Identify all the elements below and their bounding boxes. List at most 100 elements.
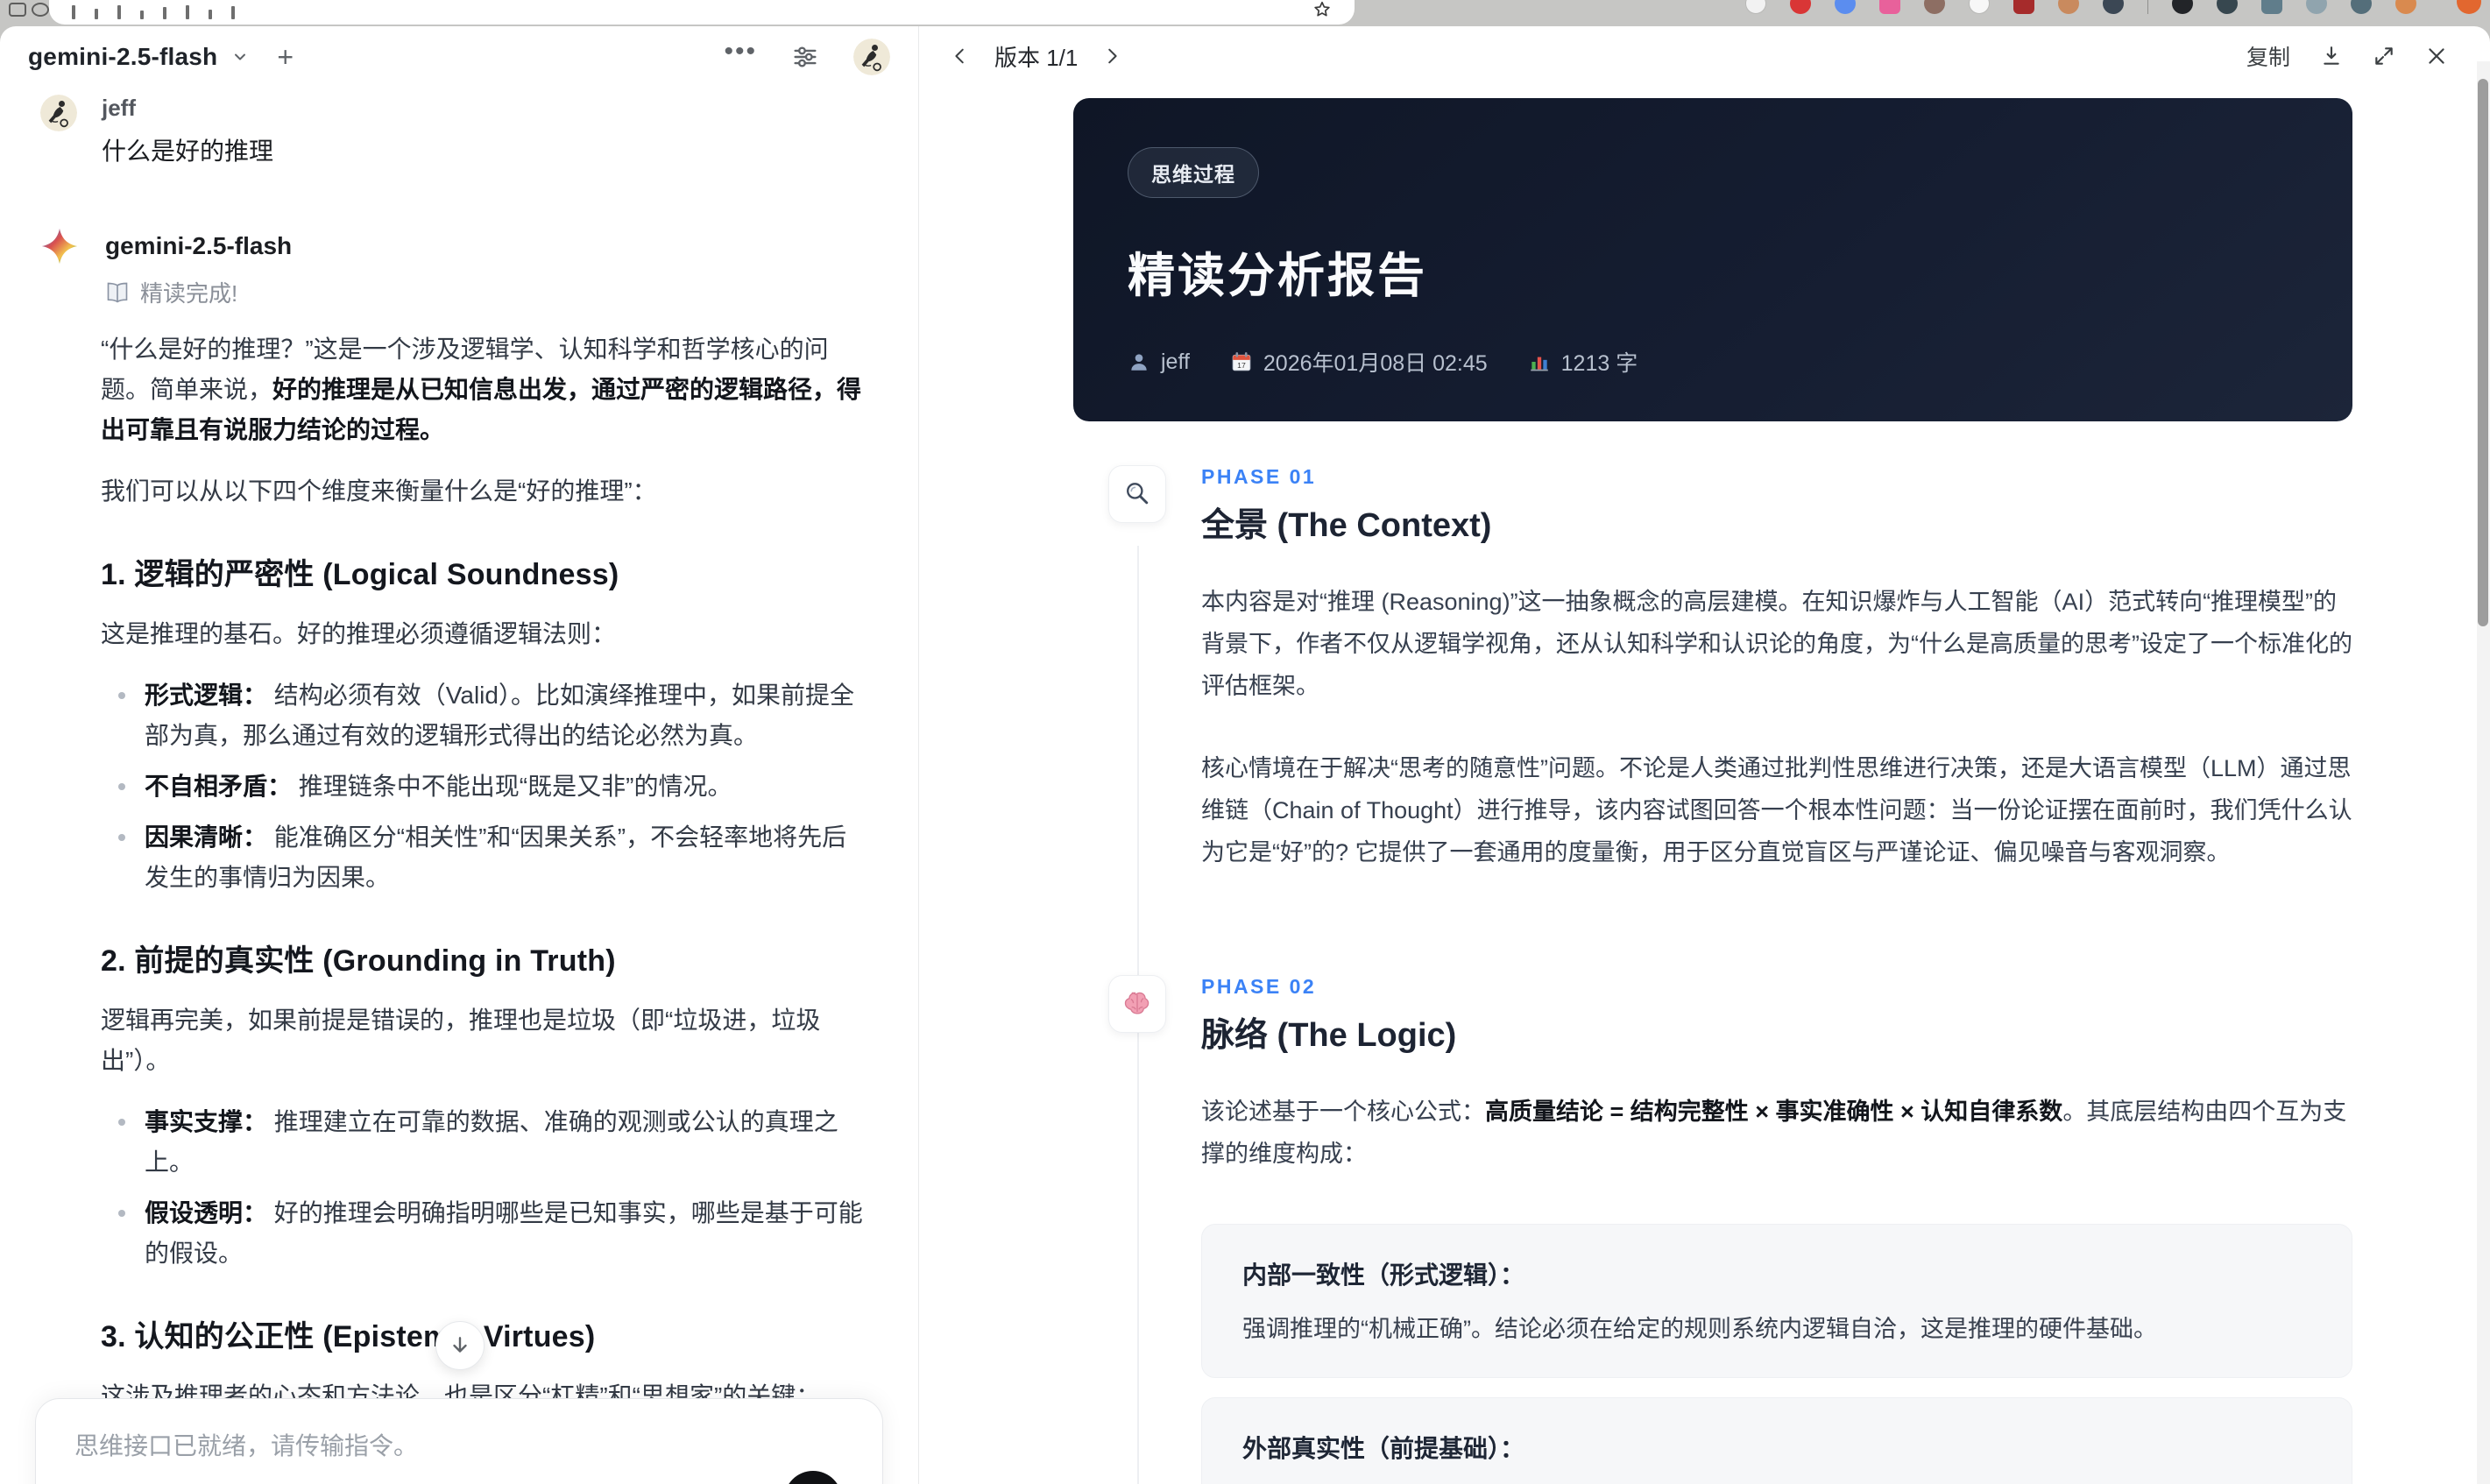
phase-paragraph: 核心情境在于解决“思考的随意性”问题。不论是人类通过批判性思维进行决策，还是大语… xyxy=(1201,755,2352,866)
meta-text: 1213 字 xyxy=(1560,351,1638,376)
browser-extension-icon[interactable] xyxy=(1790,0,1811,14)
list-item: 形式逻辑： 结构必须有效（Valid）。比如演绎推理中，如果前提全部为真，那么通… xyxy=(118,675,871,756)
paragraph: 这是推理的基石。好的推理必须遵循逻辑法则： xyxy=(101,620,617,647)
browser-extension-icon[interactable] xyxy=(2261,0,2282,14)
scrollbar[interactable] xyxy=(2477,61,2490,1484)
screen: gemini-2.5-flash + ••• jeff 什么是好的推理 gemi… xyxy=(0,0,2490,1484)
bookmark-star-icon[interactable] xyxy=(1312,0,1332,19)
version-label: 版本 1/1 xyxy=(994,44,1079,71)
section-heading: 3. 认知的公正性 (Epistemic Virtues) xyxy=(101,1320,596,1353)
close-icon[interactable] xyxy=(2425,45,2448,67)
open-book-icon xyxy=(105,280,130,305)
phase-section: PHASE 02 脉络 (The Logic) 该论述基于一个核心公式：高质量结论 … xyxy=(1073,975,2352,1484)
settings-sliders-icon[interactable] xyxy=(790,42,820,72)
browser-apps-icon[interactable] xyxy=(32,3,49,17)
address-bar[interactable] xyxy=(49,0,1355,25)
svg-text:17: 17 xyxy=(1237,361,1246,370)
voice-input-button[interactable] xyxy=(784,1471,842,1484)
brain-icon xyxy=(1108,975,1166,1033)
browser-extension-icon[interactable] xyxy=(1879,0,1900,14)
list-item: 假设透明： 好的推理会明确指明哪些是已知事实，哪些是基于可能的假设。 xyxy=(118,1193,871,1274)
browser-extension-icon[interactable] xyxy=(2306,0,2327,14)
person-icon xyxy=(1128,350,1150,373)
user-message: jeff 什么是好的推理 xyxy=(40,95,871,167)
bullet-list: 事实支撑： 推理建立在可靠的数据、准确的观测或公认的真理之上。 假设透明： 好的推… xyxy=(101,1102,871,1274)
assistant-name: gemini-2.5-flash xyxy=(105,232,293,259)
scroll-to-bottom-button[interactable] xyxy=(435,1321,485,1370)
meta-text: jeff xyxy=(1161,349,1190,374)
report-content[interactable]: 思维过程 精读分析报告 jeff 17 2026年01月08日 02:45 1213 … xyxy=(1073,86,2352,1484)
user-avatar xyxy=(40,95,77,131)
phase-paragraph: 本内容是对“推理 (Reasoning)”这一抽象概念的高层建模。在知识爆炸与人… xyxy=(1201,589,2352,699)
browser-back-icon[interactable] xyxy=(9,3,26,17)
phases-timeline: PHASE 01 全景 (The Context) 本内容是对“推理 (Reason… xyxy=(1073,465,2352,1484)
browser-extension-icon[interactable] xyxy=(2217,0,2238,14)
bullet-list: 形式逻辑： 结构必须有效（Valid）。比如演绎推理中，如果前提全部为真，那么通… xyxy=(101,675,871,898)
phase-title: 全景 (The Context) xyxy=(1201,507,1492,544)
copy-button[interactable]: 复制 xyxy=(2246,40,2290,72)
artifact-panel: 版本 1/1 复制 思维过程 精读分析报告 jeff 17 2026年01月08… xyxy=(919,26,2490,1484)
address-text-remnant xyxy=(186,5,189,19)
report-hero-card: 思维过程 精读分析报告 jeff 17 2026年01月08日 02:45 1213 … xyxy=(1073,98,2352,421)
browser-extension-icon[interactable] xyxy=(2351,0,2372,14)
section-heading: 1. 逻辑的严密性 (Logical Soundness) xyxy=(101,558,619,591)
browser-toolbar xyxy=(0,0,2490,26)
phase-intro: 该论述基于一个核心公式：高质量结论 = 结构完整性 × 事实准确性 × 认知自律… xyxy=(1201,1099,2347,1167)
chevron-down-icon[interactable] xyxy=(231,48,249,66)
browser-extension-icon[interactable] xyxy=(2013,0,2034,14)
user-avatar[interactable] xyxy=(853,39,890,75)
paragraph: 我们可以从以下四个维度来衡量什么是“好的推理”： xyxy=(101,477,657,505)
browser-extension-icon[interactable] xyxy=(1835,0,1856,14)
meta-item: 1213 字 xyxy=(1528,346,1638,378)
download-icon[interactable] xyxy=(2320,45,2343,67)
scrollbar-thumb[interactable] xyxy=(2478,79,2488,626)
phase-title: 脉络 (The Logic) xyxy=(1201,1017,1457,1054)
user-message-text: 什么是好的推理 xyxy=(102,138,274,165)
browser-icons-separator xyxy=(2147,0,2148,14)
expand-icon[interactable] xyxy=(2373,45,2395,67)
phase-body: PHASE 01 全景 (The Context) 本内容是对“推理 (Reason… xyxy=(1201,465,2352,914)
calendar-icon: 17 xyxy=(1230,350,1253,373)
assistant-markdown: “什么是好的推理？”这是一个涉及逻辑学、认知科学和哲学核心的问题。简单来说，好的… xyxy=(101,329,871,1484)
new-chat-button[interactable]: + xyxy=(277,43,294,71)
assistant-message: gemini-2.5-flash 精读完成! “什么是好的推理？”这是一个涉及逻… xyxy=(40,227,871,1484)
chat-scroll-area[interactable]: jeff 什么是好的推理 gemini-2.5-flash 精读完成! “什么是… xyxy=(0,88,918,1484)
address-text-remnant xyxy=(95,9,98,19)
message-composer[interactable]: 思维接口已就绪，请传输指令。 xyxy=(35,1398,883,1484)
meta-item: jeff xyxy=(1128,350,1190,375)
browser-extension-icon[interactable] xyxy=(2103,0,2124,14)
dimension-card: 外部真实性（前提基础）：强调推理的“经验校准”。解决“GIGO（垃圾进，垃圾出）… xyxy=(1201,1397,2352,1484)
magnifier-icon xyxy=(1108,465,1166,523)
extension-icons-row xyxy=(1745,0,2416,14)
gemini-star-icon xyxy=(40,227,79,265)
paragraph: 逻辑再完美，如果前提是错误的，推理也是垃圾（即“垃圾进，垃圾出”）。 xyxy=(101,1007,821,1074)
status-line: 精读完成! xyxy=(105,276,871,308)
dimension-card-title: 外部真实性（前提基础）： xyxy=(1242,1435,1525,1462)
chat-panel: gemini-2.5-flash + ••• jeff 什么是好的推理 gemi… xyxy=(0,26,919,1484)
version-prev-icon[interactable] xyxy=(951,46,970,66)
address-text-remnant xyxy=(209,10,212,19)
dimension-card-title: 内部一致性（形式逻辑）： xyxy=(1242,1261,1525,1289)
meta-text: 2026年01月08日 02:45 xyxy=(1263,351,1488,376)
browser-extension-icon[interactable] xyxy=(2058,0,2079,14)
phase-body: PHASE 02 脉络 (The Logic) 该论述基于一个核心公式：高质量结论 … xyxy=(1201,975,2352,1484)
report-meta: jeff 17 2026年01月08日 02:45 1213 字 xyxy=(1128,346,2298,378)
phase-label: PHASE 02 xyxy=(1201,975,1317,998)
version-next-icon[interactable] xyxy=(1102,46,1121,66)
browser-extension-icon[interactable] xyxy=(1924,0,1945,14)
browser-extension-icon[interactable] xyxy=(1969,0,1990,14)
chat-header: gemini-2.5-flash + ••• xyxy=(0,26,918,88)
browser-profile-avatar[interactable] xyxy=(2457,0,2481,14)
address-text-remnant xyxy=(231,6,235,19)
composer-placeholder[interactable]: 思维接口已就绪，请传输指令。 xyxy=(74,1427,844,1462)
meta-item: 17 2026年01月08日 02:45 xyxy=(1230,346,1488,378)
list-item: 事实支撑： 推理建立在可靠的数据、准确的观测或公认的真理之上。 xyxy=(118,1102,871,1183)
paragraph: “什么是好的推理？”这是一个涉及逻辑学、认知科学和哲学核心的问题。简单来说，好的… xyxy=(101,336,862,443)
browser-extension-icon[interactable] xyxy=(2172,0,2193,14)
browser-extension-icon[interactable] xyxy=(1745,0,1766,14)
more-options-icon[interactable]: ••• xyxy=(724,39,757,65)
address-text-remnant xyxy=(163,7,166,19)
browser-extension-icon[interactable] xyxy=(2395,0,2416,14)
model-selector[interactable]: gemini-2.5-flash xyxy=(28,43,217,71)
hero-badge: 思维过程 xyxy=(1128,147,1259,198)
